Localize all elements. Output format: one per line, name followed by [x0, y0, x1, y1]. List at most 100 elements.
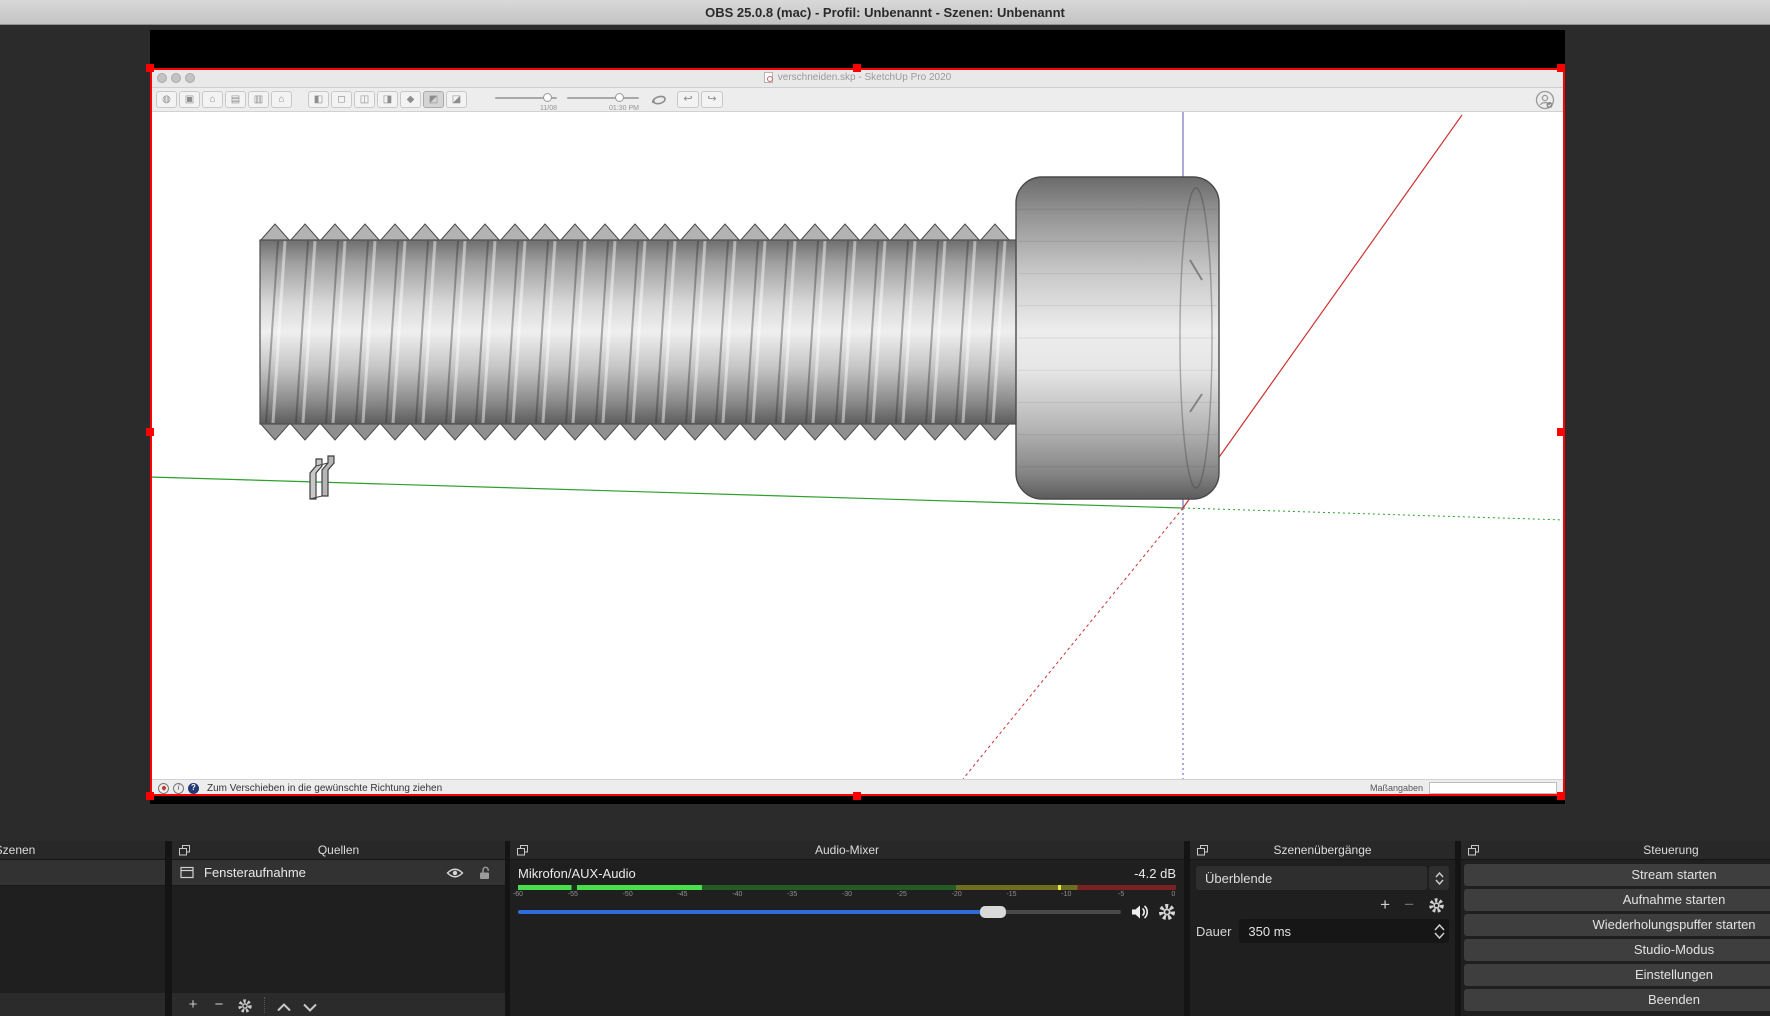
sources-panel-title: Quellen — [172, 843, 505, 857]
chevron-down-icon — [1434, 932, 1445, 939]
home-view-icon[interactable]: ⌂ — [202, 91, 223, 108]
transition-select-spinner[interactable] — [1429, 866, 1449, 890]
studio-mode-button[interactable]: Studio-Modus — [1464, 939, 1770, 961]
selection-handle-top-center[interactable] — [853, 64, 861, 72]
visibility-eye-icon[interactable] — [446, 867, 464, 879]
transitions-panel-header[interactable]: Szenenübergänge — [1190, 841, 1455, 860]
close-button[interactable] — [157, 73, 167, 83]
fog-toggle-icon[interactable]: ◪ — [446, 91, 467, 108]
sketchup-toolbar: ◍ ▣ ⌂ ▤ ▥ ⌂ ◧ ◻ ◫ ◨ ◆ ◩ ◪ 11/08 01:30 PM — [150, 88, 1565, 112]
settings-button[interactable]: Einstellungen — [1464, 964, 1770, 986]
remove-source-button[interactable]: − — [206, 995, 232, 1015]
start-streaming-button[interactable]: Stream starten — [1464, 864, 1770, 886]
measurements-input[interactable] — [1429, 782, 1557, 794]
undo-button[interactable]: ↩ — [677, 91, 699, 108]
obs-titlebar[interactable]: OBS 25.0.8 (mac) - Profil: Unbenannt - S… — [0, 0, 1770, 25]
shadow-toggle-icon[interactable]: ◆ — [400, 91, 421, 108]
dock-float-icon[interactable] — [516, 844, 529, 857]
speaker-icon[interactable] — [1131, 904, 1150, 920]
minimize-button[interactable] — [171, 73, 181, 83]
scene-row-selected[interactable] — [0, 860, 165, 886]
selection-handle-top-left[interactable] — [146, 64, 154, 72]
view-front-icon[interactable]: ◻ — [331, 91, 352, 108]
shadow-active-icon[interactable]: ◩ — [423, 91, 444, 108]
screw-model[interactable] — [260, 177, 1219, 499]
small-component[interactable] — [310, 456, 334, 499]
shadow-time-slider[interactable]: 01:30 PM — [567, 90, 639, 110]
move-source-down-icon[interactable] — [297, 998, 323, 1012]
drawing-axes — [150, 112, 1565, 779]
start-replay-buffer-button[interactable]: Wiederholungspuffer starten — [1464, 914, 1770, 936]
scenes-panel-header[interactable]: Szenen — [0, 841, 165, 860]
view-back-icon[interactable]: ◨ — [377, 91, 398, 108]
mixer-panel-title: Audio-Mixer — [510, 843, 1184, 857]
controls-panel-header[interactable]: Steuerung — [1461, 841, 1770, 860]
meter-scale: -60 -55 -50 -45 -40 -35 -30 -25 -20 -15 … — [518, 891, 1176, 901]
scene-back-icon[interactable]: ▤ — [225, 91, 246, 108]
info-icon[interactable] — [173, 783, 184, 794]
source-row[interactable]: Fensteraufnahme — [172, 860, 505, 886]
shadow-date-slider[interactable]: 11/08 — [495, 90, 557, 110]
window-capture-icon — [180, 866, 195, 879]
mixer-level-db: -4.2 dB — [1134, 866, 1176, 883]
shadow-date-label: 11/08 — [540, 105, 557, 112]
sketchup-viewport[interactable] — [150, 112, 1565, 779]
audio-level-meter — [518, 885, 1176, 890]
account-icon[interactable] — [1535, 90, 1555, 110]
audio-mixer-panel: Audio-Mixer Mikrofon/AUX-Audio -4.2 dB -… — [510, 841, 1184, 1016]
view-side-icon[interactable]: ◫ — [354, 91, 375, 108]
sketchup-window: verschneiden.skp - SketchUp Pro 2020 ◍ ▣… — [150, 68, 1565, 796]
mixer-panel-header[interactable]: Audio-Mixer — [510, 841, 1184, 860]
status-hint: Zum Verschieben in die gewünschte Richtu… — [207, 783, 442, 794]
move-source-up-icon[interactable] — [271, 998, 297, 1012]
obs-dock-area: Szenen Quellen Fensteraufnahme — [0, 841, 1770, 1016]
exit-button[interactable]: Beenden — [1464, 989, 1770, 1011]
selection-handle-mid-right[interactable] — [1557, 428, 1565, 436]
orbit-tool-icon[interactable]: ◍ — [156, 91, 177, 108]
volume-handle[interactable] — [980, 906, 1006, 918]
transition-properties-gear-icon[interactable] — [1428, 897, 1445, 914]
iso-view-icon[interactable]: ⌂ — [271, 91, 292, 108]
selection-handle-bottom-right[interactable] — [1557, 792, 1565, 800]
view-top-icon[interactable]: ◧ — [308, 91, 329, 108]
selection-handle-bottom-center[interactable] — [853, 792, 861, 800]
selection-handle-bottom-left[interactable] — [146, 792, 154, 800]
volume-fill — [518, 910, 1000, 914]
preview-canvas[interactable]: verschneiden.skp - SketchUp Pro 2020 ◍ ▣… — [150, 30, 1565, 804]
volume-slider[interactable] — [518, 904, 1121, 920]
duration-value: 350 ms — [1248, 924, 1434, 939]
meter-fill — [518, 885, 702, 890]
controls-panel-title: Steuerung — [1461, 843, 1770, 857]
lock-open-icon[interactable] — [478, 866, 491, 880]
sketchup-doc-icon — [764, 72, 773, 83]
add-transition-button[interactable]: + — [1380, 896, 1390, 914]
zoom-extents-icon[interactable]: ▣ — [179, 91, 200, 108]
add-source-button[interactable]: + — [180, 995, 206, 1015]
scene-forward-icon[interactable]: ▥ — [248, 91, 269, 108]
start-recording-button[interactable]: Aufnahme starten — [1464, 889, 1770, 911]
dock-float-icon[interactable] — [1196, 844, 1209, 857]
duration-spinner[interactable] — [1434, 924, 1445, 939]
selection-handle-mid-left[interactable] — [146, 428, 154, 436]
chevron-up-icon — [1435, 872, 1444, 878]
swirl-icon[interactable] — [649, 91, 669, 109]
dock-float-icon[interactable] — [1467, 844, 1480, 857]
controls-panel: Steuerung Stream starten Aufnahme starte… — [1461, 841, 1770, 1016]
meter-peak-indicator — [1058, 885, 1061, 890]
redo-button[interactable]: ↪ — [701, 91, 723, 108]
sources-panel-header[interactable]: Quellen — [172, 841, 505, 860]
dock-float-icon[interactable] — [178, 844, 191, 857]
remove-transition-button[interactable]: − — [1404, 896, 1414, 914]
mixer-channel-name: Mikrofon/AUX-Audio — [518, 866, 636, 883]
duration-field[interactable]: 350 ms — [1239, 919, 1449, 943]
source-properties-gear-icon[interactable] — [232, 996, 258, 1014]
transition-select[interactable]: Überblende — [1196, 866, 1427, 890]
zoom-button[interactable] — [185, 73, 195, 83]
selection-handle-top-right[interactable] — [1557, 64, 1565, 72]
help-icon[interactable] — [188, 783, 199, 794]
geolocation-icon[interactable] — [158, 783, 169, 794]
transitions-panel: Szenenübergänge Überblende + − Dauer — [1190, 841, 1455, 1016]
mixer-gear-icon[interactable] — [1158, 903, 1176, 921]
shadow-time-label: 01:30 PM — [609, 105, 639, 112]
chevron-down-icon — [1435, 879, 1444, 885]
